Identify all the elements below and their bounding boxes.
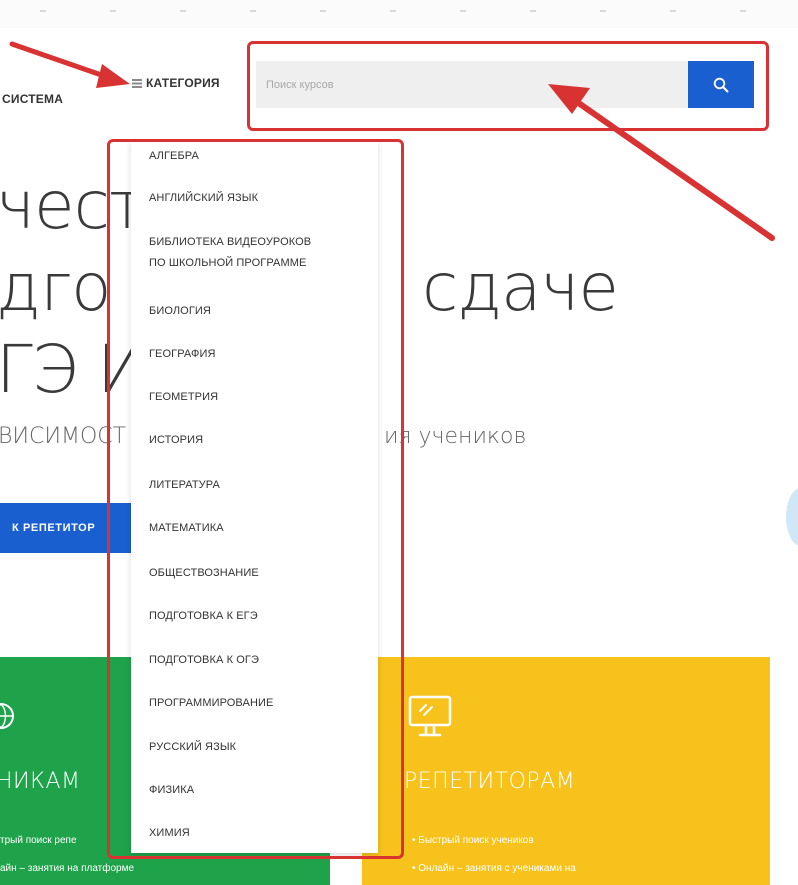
dropdown-highlight-box [107, 139, 404, 859]
top-strip [0, 0, 798, 28]
tutors-card-bullet-1-text: Быстрый поиск учеников [418, 835, 534, 846]
hero-title-line-2-end: сдаче [422, 249, 619, 326]
side-widget[interactable] [786, 488, 798, 546]
category-menu-button[interactable]: КАТЕГОРИЯ [132, 76, 220, 90]
students-card-bullet-1: трый поиск репе [0, 835, 77, 846]
brand-name[interactable]: СИСТЕМА [2, 92, 63, 106]
tutors-card-bullet-2-text: Онлайн – занятия с учениками на [418, 863, 576, 874]
monitor-icon [408, 695, 452, 737]
tutors-card-bullet-1: • Быстрый поиск учеников [412, 835, 534, 846]
category-label: КАТЕГОРИЯ [146, 76, 220, 90]
hero-title-line-2-start: дго [0, 249, 111, 326]
students-card-bullet-2: айн – занятия на платформе [0, 863, 135, 874]
tutors-card-title: РЕПЕТИТОРАМ [404, 769, 576, 794]
tutors-card-bullet-2: • Онлайн – занятия с учениками на [412, 863, 576, 874]
arrow-to-category [9, 41, 130, 88]
hero-subtitle-end: ия учеников [384, 424, 527, 449]
tutors-card[interactable]: РЕПЕТИТОРАМ • Быстрый поиск учеников • О… [362, 657, 770, 885]
search-highlight-box [247, 41, 769, 131]
globe-icon [0, 703, 14, 729]
students-card-title: НИКАМ [0, 769, 81, 794]
menu-icon [132, 78, 142, 88]
